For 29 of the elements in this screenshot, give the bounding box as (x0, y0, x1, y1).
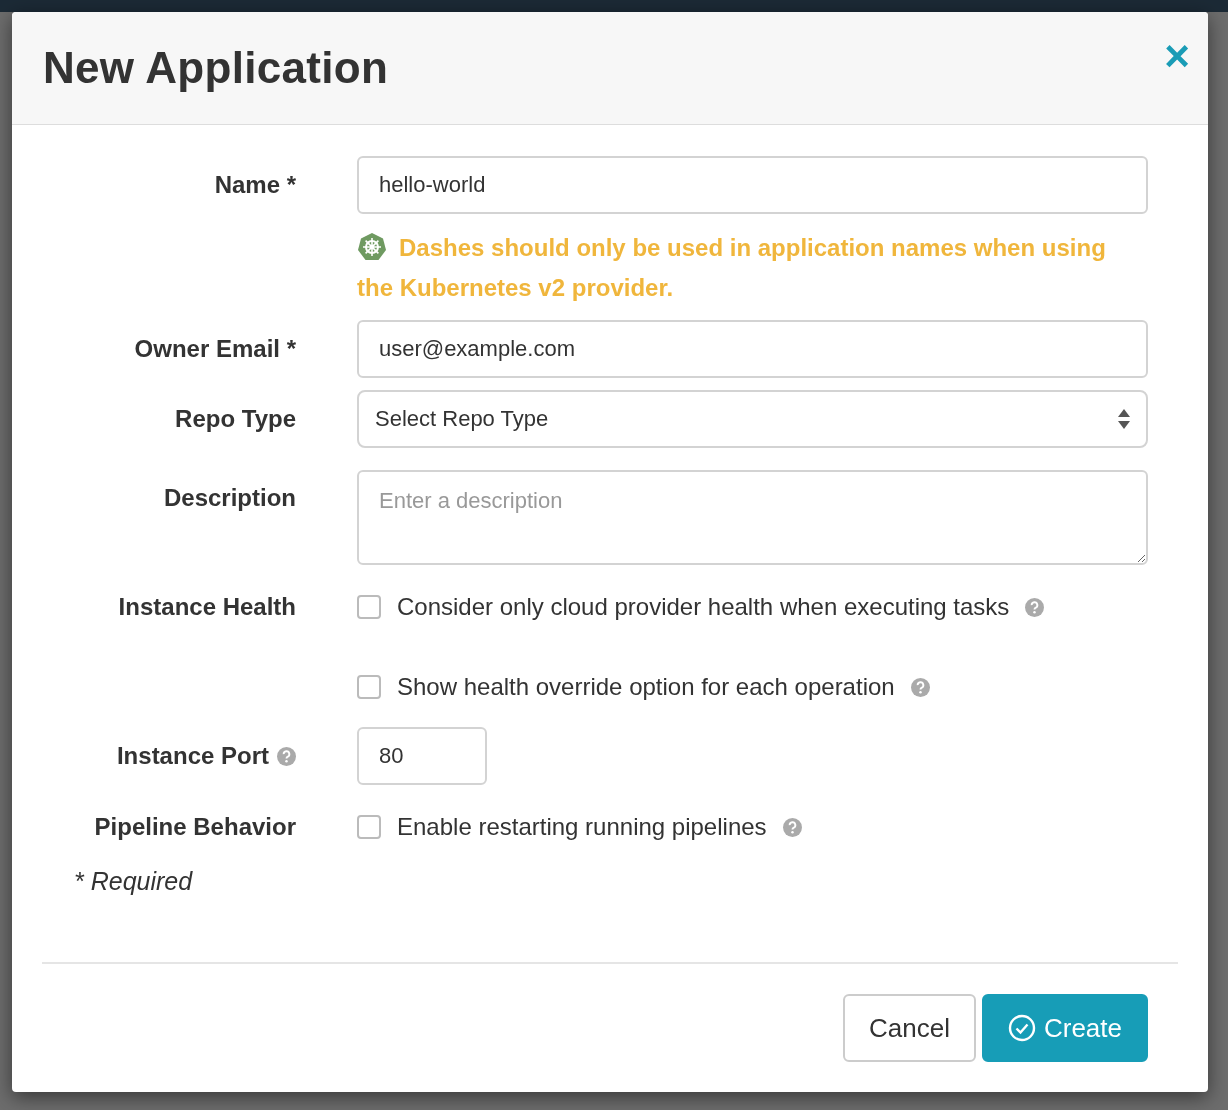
field-label: Owner Email * (134, 335, 296, 363)
checkbox-label: Enable restarting running pipelines (397, 813, 767, 841)
dialog-title: New Application (43, 43, 389, 93)
checkbox-label: Show health override option for each operation (397, 673, 895, 701)
help-icon[interactable] (782, 817, 802, 837)
check-circle-icon (1007, 1014, 1036, 1042)
text-input[interactable]: user@example.com (357, 320, 1148, 378)
text-input[interactable]: hello-world (357, 156, 1148, 214)
port-input[interactable]: 80 (357, 727, 487, 785)
field-label: Instance Port (116, 742, 269, 770)
field-label: Description (163, 484, 296, 512)
checkbox[interactable] (357, 595, 381, 619)
helm-wheel-icon (357, 232, 387, 262)
warning-message: Dashes should only be used in application names when using the Kubernetes v2 provider. (357, 231, 1107, 303)
help-icon[interactable] (277, 746, 296, 766)
sort-arrows-icon (1118, 408, 1130, 430)
required-note: * Required (74, 867, 194, 896)
repo-type-select[interactable]: Select Repo Type (357, 390, 1148, 448)
field-label: Instance Health (118, 593, 296, 621)
help-icon[interactable] (910, 677, 930, 697)
field-label: Pipeline Behavior (94, 813, 296, 841)
checkbox-label: Consider only cloud provider health when executing tasks (397, 593, 1010, 621)
help-icon[interactable] (1025, 597, 1045, 617)
field-label: Repo Type (175, 405, 296, 433)
checkbox[interactable] (357, 675, 381, 699)
cancel-button[interactable]: Cancel (843, 994, 976, 1062)
description-textarea[interactable]: Enter a description (357, 470, 1148, 565)
field-label: Name * (214, 171, 296, 199)
checkbox[interactable] (357, 815, 381, 839)
